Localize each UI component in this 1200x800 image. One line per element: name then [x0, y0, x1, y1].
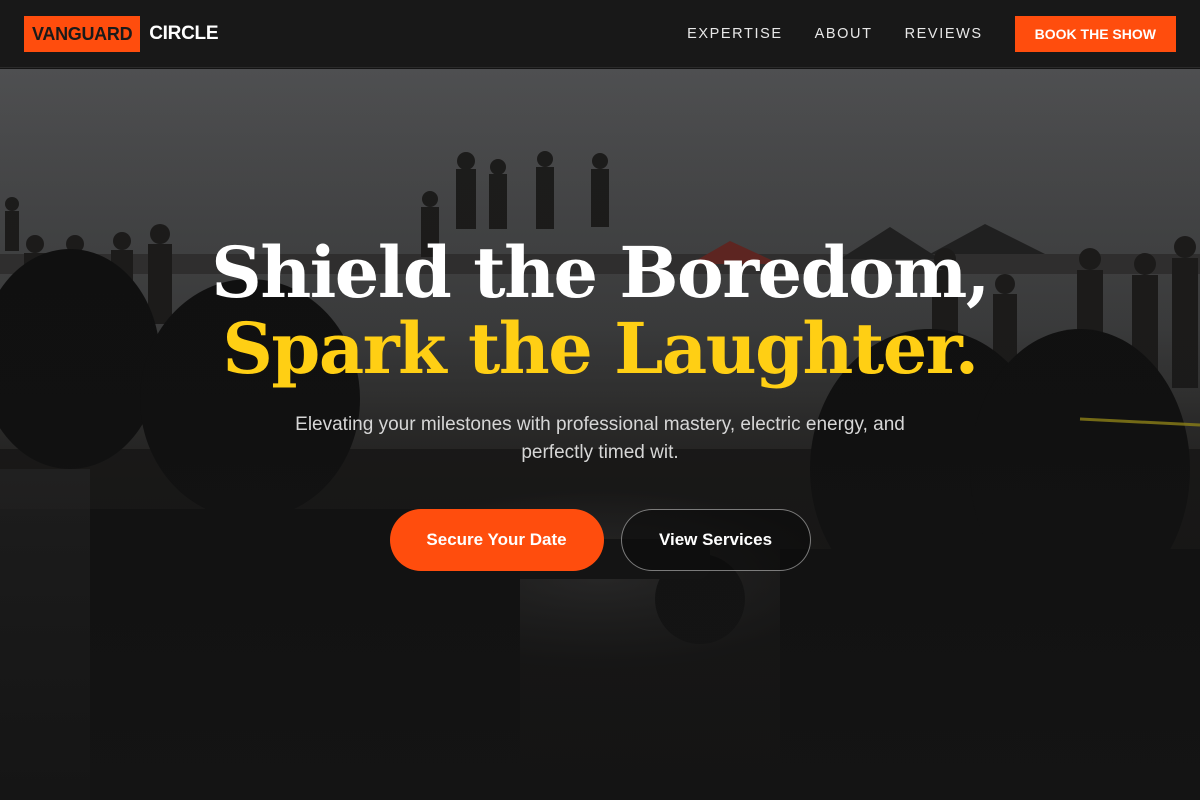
logo-text: CIRCLE [149, 22, 219, 44]
hero-headline: Shield the Boredom, Spark the Laughter. [0, 235, 1200, 387]
nav-link-expertise[interactable]: EXPERTISE [687, 26, 783, 42]
book-the-show-button[interactable]: BOOK THE SHOW [1014, 15, 1176, 52]
hero-content: Shield the Boredom, Spark the Laughter. … [0, 235, 1200, 571]
top-navigation: VANGUARD CIRCLE EXPERTISE ABOUT REVIEWS … [0, 0, 1200, 68]
view-services-button[interactable]: View Services [620, 509, 811, 571]
hero-buttons: Secure Your Date View Services [0, 509, 1200, 571]
headline-line-2: Spark the Laughter. [222, 307, 979, 390]
hero-section: Shield the Boredom, Spark the Laughter. … [0, 69, 1200, 800]
secure-your-date-button[interactable]: Secure Your Date [389, 509, 604, 571]
nav-link-about[interactable]: ABOUT [815, 26, 873, 42]
brand-logo[interactable]: VANGUARD CIRCLE [24, 15, 219, 52]
logo-highlight: VANGUARD [24, 15, 141, 52]
headline-line-1: Shield the Boredom, [211, 231, 990, 314]
nav-menu: EXPERTISE ABOUT REVIEWS BOOK THE SHOW [687, 15, 1176, 52]
hero-subtitle: Elevating your milestones with professio… [295, 414, 905, 463]
nav-link-reviews[interactable]: REVIEWS [905, 26, 983, 42]
